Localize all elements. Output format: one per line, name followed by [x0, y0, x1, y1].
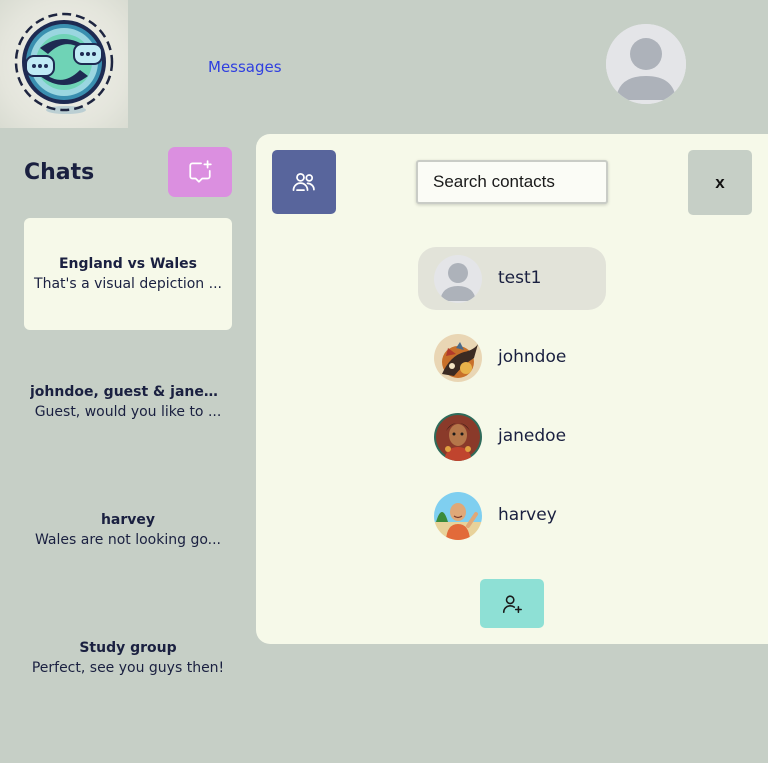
contact-name: johndoe: [498, 347, 567, 367]
contact-avatar: [434, 413, 482, 461]
chat-name: England vs Wales: [58, 256, 197, 272]
contact-harvey[interactable]: harvey: [418, 484, 606, 547]
contact-name: harvey: [498, 505, 557, 525]
chat-preview: Perfect, see you guys then!: [31, 660, 225, 676]
user-avatar-icon: [606, 24, 686, 104]
contact-johndoe[interactable]: johndoe: [418, 326, 606, 389]
chat-preview: Guest, would you like to ...: [34, 404, 222, 420]
chat-preview: That's a visual depiction ...: [34, 276, 222, 292]
app-logo: [0, 0, 128, 128]
contact-name: janedoe: [498, 426, 567, 446]
chat-item-england-vs-wales[interactable]: England vs Wales That's a visual depicti…: [24, 218, 232, 330]
group-icon: [292, 172, 315, 192]
new-chat-button[interactable]: [168, 147, 232, 197]
contact-avatar: [434, 492, 482, 540]
contact-janedoe[interactable]: janedoe: [418, 405, 606, 468]
chat-name: harvey: [100, 512, 156, 528]
add-user-icon: [502, 594, 522, 613]
dragon-avatar-icon: [434, 334, 482, 382]
chat-item-harvey[interactable]: harvey Wales are not looking go...: [24, 474, 232, 586]
create-group-button[interactable]: [272, 150, 336, 214]
user-avatar-icon: [434, 255, 482, 303]
close-button[interactable]: x: [688, 150, 752, 215]
chat-item-study-group[interactable]: Study group Perfect, see you guys then!: [24, 602, 232, 714]
contact-test1[interactable]: test1: [418, 247, 606, 310]
contacts-panel: x test1 johndoe: [256, 134, 768, 644]
search-contacts-input[interactable]: [416, 160, 608, 204]
beach-man-avatar-icon: [434, 492, 482, 540]
chat-name: johndoe, guest & janed...: [30, 384, 226, 400]
contact-avatar: [434, 334, 482, 382]
contact-avatar: [434, 255, 482, 303]
chat-preview: Wales are not looking go...: [34, 532, 222, 548]
chat-exchange-logo-icon: [14, 12, 114, 114]
profile-avatar[interactable]: [606, 24, 686, 104]
chat-item-group-johndoe[interactable]: johndoe, guest & janed... Guest, would y…: [24, 346, 232, 458]
girl-avatar-icon: [434, 413, 482, 461]
messages-link[interactable]: Messages: [208, 58, 282, 76]
chat-name: Study group: [79, 640, 177, 656]
contact-name: test1: [498, 268, 542, 288]
add-contact-button[interactable]: [480, 579, 544, 628]
chats-title: Chats: [24, 160, 95, 185]
new-chat-icon: [189, 160, 212, 183]
